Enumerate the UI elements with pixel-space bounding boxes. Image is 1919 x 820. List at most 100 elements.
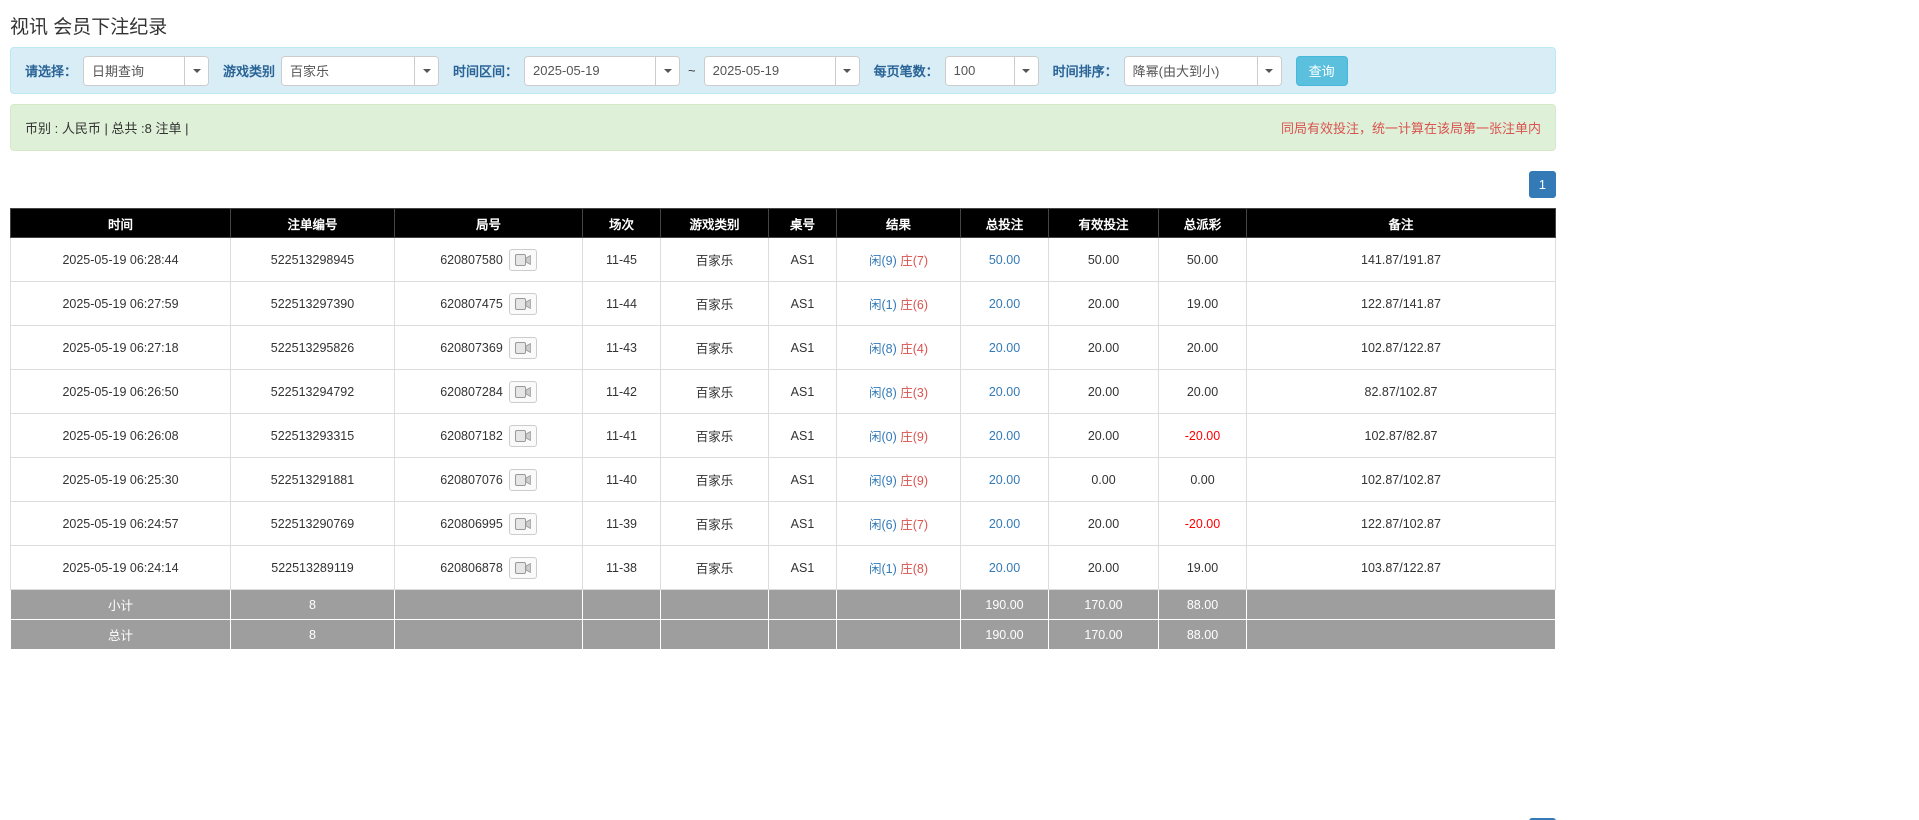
header-valid-bet: 有效投注 — [1048, 208, 1159, 238]
video-icon — [514, 297, 531, 310]
date-to-combo — [703, 55, 860, 86]
payout-cell: -20.00 — [1158, 501, 1247, 546]
sort-caret-button[interactable] — [1256, 56, 1281, 85]
time-cell: 2025-05-19 06:27:18 — [10, 325, 231, 370]
date-from-input[interactable] — [525, 56, 656, 85]
total-bet-link[interactable]: 50.00 — [989, 253, 1020, 267]
date-from-combo — [524, 55, 681, 86]
header-session: 场次 — [582, 208, 661, 238]
sort-input[interactable] — [1124, 56, 1257, 85]
remark-cell: 103.87/122.87 — [1246, 545, 1556, 590]
total-valid-bet: 170.00 — [1048, 619, 1159, 650]
result-player: 闲(6) — [868, 518, 897, 532]
subtotal-payout: 88.00 — [1158, 589, 1247, 620]
search-button[interactable]: 查询 — [1295, 55, 1348, 86]
round-replay-button[interactable] — [508, 292, 537, 315]
result-cell: 闲(6) 庄(7) — [836, 501, 961, 546]
total-bet-link[interactable]: 20.00 — [989, 341, 1020, 355]
round-replay-button[interactable] — [508, 512, 537, 535]
time-cell: 2025-05-19 06:27:59 — [10, 281, 231, 326]
round-id-text: 620806995 — [440, 516, 503, 531]
result-banker: 庄(6) — [900, 298, 929, 312]
time-cell: 2025-05-19 06:28:44 — [10, 237, 231, 282]
subtotal-count: 8 — [230, 589, 395, 620]
game-type-input[interactable] — [282, 56, 415, 85]
select-type-caret-button[interactable] — [184, 56, 209, 85]
page-size-label: 每页笔数： — [873, 64, 939, 79]
total-bet-link[interactable]: 20.00 — [989, 517, 1020, 531]
chevron-down-icon — [663, 68, 672, 73]
total-bet-cell: 20.00 — [960, 413, 1049, 458]
filter-bar: 请选择： 游戏类别 时间区间： ~ 每页笔数： 时间排序： — [10, 47, 1556, 94]
time-range-label: 时间区间： — [453, 64, 519, 79]
subtotal-empty — [660, 589, 769, 620]
bet-id-cell: 522513297390 — [230, 281, 395, 326]
header-time: 时间 — [10, 208, 231, 238]
table-row: 2025-05-19 06:25:30 522513291881 6208070… — [10, 457, 1556, 502]
bet-id-cell: 522513291881 — [230, 457, 395, 502]
valid-bet-cell: 20.00 — [1048, 501, 1159, 546]
bet-records-table: 时间 注单编号 局号 场次 游戏类别 桌号 结果 总投注 有效投注 总派彩 备注… — [10, 208, 1556, 650]
subtotal-row: 小计 8 190.00 170.00 88.00 — [10, 589, 1556, 620]
bet-id-cell: 522513295826 — [230, 325, 395, 370]
round-replay-button[interactable] — [508, 380, 537, 403]
result-player: 闲(9) — [868, 474, 897, 488]
game-type-caret-button[interactable] — [414, 56, 439, 85]
page-size-caret-button[interactable] — [1013, 56, 1038, 85]
result-banker: 庄(9) — [900, 430, 929, 444]
header-payout: 总派彩 — [1158, 208, 1247, 238]
subtotal-empty — [582, 589, 661, 620]
remark-cell: 122.87/141.87 — [1246, 281, 1556, 326]
round-id-text: 620806878 — [440, 560, 503, 575]
session-cell: 11-43 — [582, 325, 661, 370]
round-replay-button[interactable] — [508, 424, 537, 447]
session-cell: 11-40 — [582, 457, 661, 502]
header-remark: 备注 — [1246, 208, 1556, 238]
result-cell: 闲(0) 庄(9) — [836, 413, 961, 458]
session-cell: 11-42 — [582, 369, 661, 414]
round-replay-button[interactable] — [508, 468, 537, 491]
round-id-text: 620807369 — [440, 340, 503, 355]
select-type-input[interactable] — [84, 56, 185, 85]
total-bet-cell: 20.00 — [960, 545, 1049, 590]
round-id-cell: 620806995 — [394, 501, 583, 546]
result-cell: 闲(8) 庄(3) — [836, 369, 961, 414]
total-bet-cell: 50.00 — [960, 237, 1049, 282]
date-to-input[interactable] — [704, 56, 835, 85]
game-type-cell: 百家乐 — [660, 501, 769, 546]
valid-bet-cell: 20.00 — [1048, 545, 1159, 590]
round-id-cell: 620807369 — [394, 325, 583, 370]
payout-cell: 19.00 — [1158, 281, 1247, 326]
date-from-caret-button[interactable] — [655, 56, 680, 85]
total-bet-link[interactable]: 20.00 — [989, 473, 1020, 487]
total-bet-link[interactable]: 20.00 — [989, 385, 1020, 399]
round-replay-button[interactable] — [508, 248, 537, 271]
total-bet-cell: 20.00 — [960, 457, 1049, 502]
total-bet-link[interactable]: 20.00 — [989, 297, 1020, 311]
game-type-label: 游戏类别 — [223, 64, 276, 79]
page-number-button[interactable]: 1 — [1528, 171, 1556, 198]
video-icon — [514, 429, 531, 442]
round-replay-button[interactable] — [508, 556, 537, 579]
round-id-cell: 620807182 — [394, 413, 583, 458]
sort-label: 时间排序： — [1052, 64, 1118, 79]
table-no-cell: AS1 — [768, 413, 837, 458]
total-bet-link[interactable]: 20.00 — [989, 429, 1020, 443]
session-cell: 11-45 — [582, 237, 661, 282]
time-cell: 2025-05-19 06:26:50 — [10, 369, 231, 414]
bet-id-cell: 522513293315 — [230, 413, 395, 458]
total-total-bet: 190.00 — [960, 619, 1049, 650]
round-id-text: 620807076 — [440, 472, 503, 487]
round-replay-button[interactable] — [508, 336, 537, 359]
table-row: 2025-05-19 06:28:44 522513298945 6208075… — [10, 237, 1556, 282]
round-id-cell: 620807284 — [394, 369, 583, 414]
page-size-combo — [944, 55, 1039, 86]
page-size-input[interactable] — [945, 56, 1014, 85]
valid-bet-cell: 20.00 — [1048, 413, 1159, 458]
result-banker: 庄(7) — [900, 254, 929, 268]
result-cell: 闲(9) 庄(9) — [836, 457, 961, 502]
date-to-caret-button[interactable] — [834, 56, 859, 85]
total-bet-link[interactable]: 20.00 — [989, 561, 1020, 575]
total-label: 总计 — [10, 619, 231, 650]
round-id-text: 620807284 — [440, 384, 503, 399]
